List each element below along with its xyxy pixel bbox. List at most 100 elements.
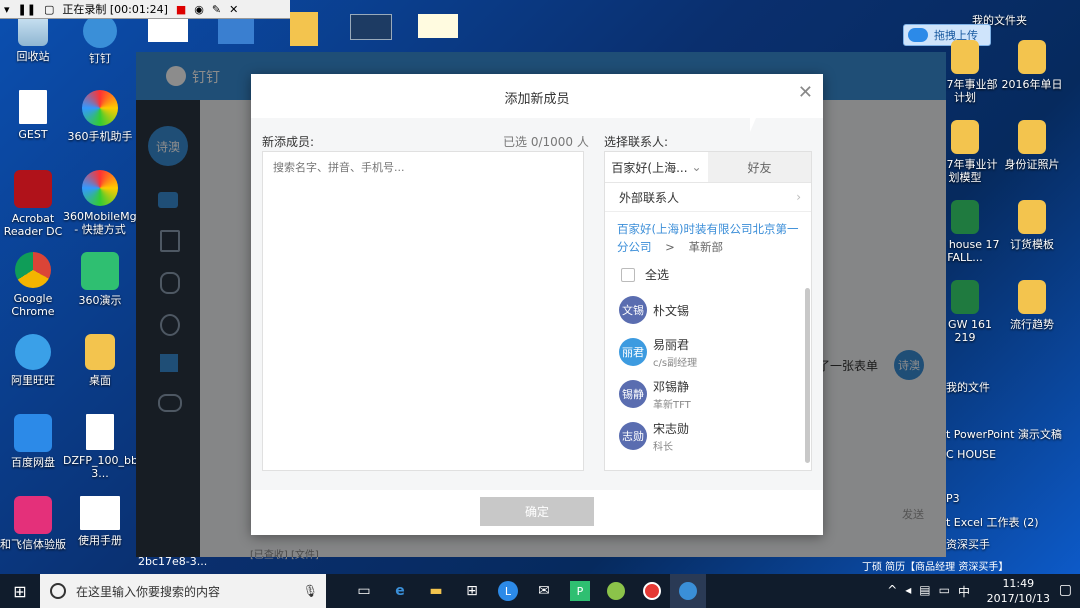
member-title: c/s副经理 bbox=[653, 357, 698, 369]
avatar: 志勋 bbox=[619, 422, 647, 450]
tab-friends[interactable]: 好友 bbox=[708, 152, 811, 182]
member-row[interactable]: 锡静 邓锡静 革新TFT bbox=[605, 373, 811, 415]
member-list-scrollbar[interactable] bbox=[805, 288, 810, 463]
pause-icon[interactable]: ❚❚ bbox=[18, 3, 36, 16]
external-contacts-item[interactable]: 外部联系人 › bbox=[605, 183, 811, 212]
add-member-dialog: 添加新成员 ✕ 新添成员: 已选 0/1000 人 选择联系人: 百家好(上海.… bbox=[251, 74, 823, 535]
close-icon[interactable]: ✕ bbox=[229, 3, 238, 16]
recording-status: 正在录制 [00:01:24] bbox=[62, 3, 168, 16]
folder-icon bbox=[951, 40, 979, 74]
desktop-icon-pdf-file[interactable]: DZFP_100_bb4183a9-3... bbox=[63, 414, 184, 480]
avatar: 丽君 bbox=[619, 338, 647, 366]
mouse-cursor-icon bbox=[750, 118, 756, 132]
cloud-icon bbox=[908, 28, 928, 42]
select-all[interactable]: 全选 bbox=[605, 260, 811, 289]
360-show-icon bbox=[81, 252, 119, 290]
edge-icon[interactable]: e bbox=[382, 574, 418, 608]
new-members-label: 新添成员: bbox=[262, 135, 315, 149]
file-list-item[interactable]: 资深买手 bbox=[946, 536, 990, 552]
windows-start-icon[interactable]: ⊞ bbox=[0, 574, 40, 608]
file-icon bbox=[19, 90, 47, 124]
task-view-icon[interactable]: ▭ bbox=[346, 574, 382, 608]
member-name: 邓锡静 bbox=[653, 379, 690, 394]
thumbnail-image[interactable] bbox=[418, 14, 458, 38]
chevron-right-icon: › bbox=[796, 190, 801, 204]
clock[interactable]: 11:49 2017/10/13 bbox=[987, 576, 1050, 606]
tab-company[interactable]: 百家好(上海... ⌄ bbox=[605, 152, 708, 182]
excel-file-icon bbox=[951, 200, 979, 234]
notification-icon[interactable]: ▢ bbox=[1059, 582, 1072, 598]
desktop-icon-fetion[interactable]: 和飞信体验版 bbox=[0, 496, 70, 551]
selected-count: 已选 0/1000 人 bbox=[503, 135, 589, 149]
member-row[interactable]: 文锡 朴文锡 bbox=[605, 289, 811, 331]
dingtalk-taskbar-icon[interactable] bbox=[670, 574, 706, 608]
store-icon[interactable]: ⊞ bbox=[454, 574, 490, 608]
choose-contact-label: 选择联系人: bbox=[604, 135, 669, 149]
avatar: 锡静 bbox=[619, 380, 647, 408]
member-row[interactable]: 丽君 易丽君 c/s副经理 bbox=[605, 331, 811, 373]
volume-icon[interactable]: ◂ bbox=[905, 583, 911, 600]
stop-icon[interactable]: ■ bbox=[176, 3, 186, 16]
desktop-icon-360-show[interactable]: 360演示 bbox=[63, 252, 137, 307]
desktop-icon-id-photo[interactable]: 身份证照片 bbox=[995, 120, 1069, 171]
desktop-icon-gest[interactable]: GEST bbox=[0, 90, 70, 141]
time: 11:49 bbox=[1002, 577, 1035, 590]
file-list-item[interactable]: t Excel 工作表 (2) bbox=[946, 514, 1039, 530]
desktop-icon-dingtalk[interactable]: 钉钉 bbox=[63, 14, 137, 65]
ime-indicator[interactable]: 中 bbox=[958, 583, 970, 600]
desktop-icon-aliwangwang[interactable]: 阿里旺旺 bbox=[0, 334, 70, 387]
avatar: 文锡 bbox=[619, 296, 647, 324]
file-list-item[interactable]: C HOUSE bbox=[946, 448, 996, 461]
select-all-checkbox[interactable] bbox=[621, 267, 635, 282]
network-icon[interactable]: ▤ bbox=[919, 583, 930, 600]
contact-picker: 百家好(上海... ⌄ 好友 外部联系人 › 百家好(上海)时装有限公司北京第一… bbox=[604, 151, 812, 471]
l-app-icon[interactable]: L bbox=[490, 574, 526, 608]
dingtalk-icon bbox=[83, 14, 117, 48]
taskbar-search[interactable]: 在这里输入你要搜索的内容 🎙 bbox=[40, 574, 326, 608]
desktop-icon-acrobat[interactable]: Acrobat Reader DC bbox=[0, 170, 70, 238]
search-input[interactable] bbox=[271, 160, 575, 175]
pen-icon[interactable]: ✎ bbox=[212, 3, 221, 16]
desktop-icon-360mobilemgr[interactable]: 360MobileMgr - 快捷方式 bbox=[63, 170, 141, 236]
breadcrumb-dept: 革新部 bbox=[688, 240, 723, 254]
desktop-icon-recycle-bin[interactable]: 回收站 bbox=[0, 14, 70, 63]
desktop-icon-baidu-disk[interactable]: 百度网盘 bbox=[0, 414, 70, 469]
member-name: 朴文锡 bbox=[653, 303, 690, 318]
date: 2017/10/13 bbox=[986, 592, 1050, 605]
aliwangwang-icon bbox=[15, 334, 51, 370]
thumbnail-folder[interactable] bbox=[290, 12, 318, 46]
desktop-icon-manual[interactable]: 使用手册 bbox=[63, 496, 137, 547]
desktop-icon-chrome[interactable]: Google Chrome bbox=[0, 252, 70, 318]
folder-icon bbox=[85, 334, 115, 370]
file-list-item[interactable]: P3 bbox=[946, 492, 960, 505]
battery-icon[interactable]: ▭ bbox=[939, 583, 950, 600]
desktop-icon-360-assistant[interactable]: 360手机助手 bbox=[63, 90, 137, 143]
desktop-icon-trends[interactable]: 流行趋势 bbox=[995, 280, 1069, 331]
desktop-icon-2016-daily[interactable]: 2016年单日 bbox=[995, 40, 1069, 91]
camera-icon[interactable]: ◉ bbox=[194, 3, 204, 16]
confirm-button[interactable]: 确定 bbox=[480, 497, 594, 526]
window-icon[interactable]: ▢ bbox=[44, 3, 54, 16]
recording-toolbar: ▾ ❚❚ ▢ 正在录制 [00:01:24] ■ ◉ ✎ ✕ bbox=[0, 0, 290, 19]
file-explorer-icon[interactable]: ▬ bbox=[418, 574, 454, 608]
chevron-up-icon[interactable]: ^ bbox=[887, 583, 897, 600]
close-icon[interactable]: ✕ bbox=[798, 82, 813, 103]
record-icon[interactable] bbox=[634, 574, 670, 608]
p-app-icon[interactable]: P bbox=[562, 574, 598, 608]
folder-icon bbox=[951, 120, 979, 154]
green-ball-icon[interactable] bbox=[598, 574, 634, 608]
folder-icon bbox=[1018, 40, 1046, 74]
member-search-box[interactable] bbox=[262, 151, 584, 471]
desktop-icon-desktop-folder[interactable]: 桌面 bbox=[63, 334, 137, 387]
ppt-file-icon bbox=[80, 496, 120, 530]
member-row[interactable]: 志勋 宋志勋 科长 bbox=[605, 415, 811, 457]
menu-arrow-icon[interactable]: ▾ bbox=[4, 3, 10, 16]
thumbnail-window[interactable] bbox=[350, 14, 392, 40]
mail-icon[interactable]: ✉ bbox=[526, 574, 562, 608]
folder-icon bbox=[1018, 120, 1046, 154]
member-title: 科长 bbox=[653, 441, 673, 453]
microphone-icon[interactable]: 🎙 bbox=[303, 584, 318, 598]
file-list-item[interactable]: t PowerPoint 演示文稿 bbox=[946, 426, 1062, 442]
pdf-file-icon bbox=[86, 414, 114, 450]
desktop-icon-order-template[interactable]: 订货模板 bbox=[995, 200, 1069, 251]
